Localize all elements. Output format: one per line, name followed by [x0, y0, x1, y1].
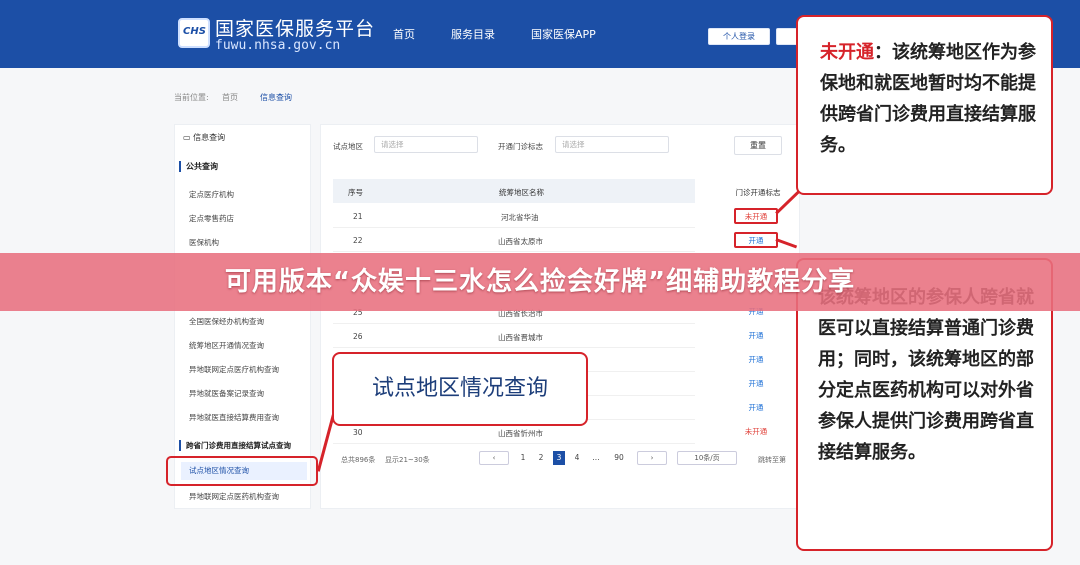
cell-no: 30	[353, 428, 363, 437]
page-1[interactable]: 1	[517, 451, 529, 465]
status-tag: 开通	[734, 232, 778, 248]
pager-range: 显示21~30条	[385, 456, 430, 464]
sidebar-item[interactable]: 异地联网定点医药机构查询	[189, 491, 279, 502]
sidebar-item[interactable]: 定点医疗机构	[189, 189, 234, 200]
title-banner: 可用版本“众娱十三水怎么捡会好牌”细辅助教程分享	[0, 253, 1080, 311]
cell-region: 河北省华油	[501, 213, 539, 222]
banner-text: 可用版本“众娱十三水怎么捡会好牌”细辅助教程分享	[224, 267, 856, 297]
site-url: fuwu.nhsa.gov.cn	[215, 38, 341, 53]
breadcrumb-home[interactable]: 首页	[222, 92, 238, 103]
sidebar-group-cross: 跨省门诊费用直接结算试点查询	[179, 440, 291, 451]
col-region: 统筹地区名称	[499, 188, 544, 197]
page-2[interactable]: 2	[535, 451, 547, 465]
sidebar-item[interactable]: 异地就医直接结算费用查询	[189, 412, 279, 423]
sidebar-item[interactable]: 全国医保经办机构查询	[189, 316, 264, 327]
next-page-button[interactable]: ›	[637, 451, 667, 465]
cell-no: 26	[353, 332, 363, 341]
status-tag: 开通	[748, 355, 764, 364]
sidebar-item[interactable]: 医保机构	[189, 237, 219, 248]
region-filter-label: 试点地区	[333, 142, 363, 151]
cell-region: 山西省太原市	[498, 237, 543, 246]
nav-app[interactable]: 国家医保APP	[531, 26, 596, 42]
status-tag: 开通	[748, 331, 764, 340]
sidebar-title: ▭ 信息查询	[183, 132, 225, 143]
table-row: 22 山西省太原市 开通	[333, 228, 778, 252]
nav-services[interactable]: 服务目录	[451, 26, 495, 42]
page-90[interactable]: 90	[613, 451, 625, 465]
status-tag: 开通	[748, 379, 764, 388]
site-name[interactable]: 国家医保服务平台	[215, 14, 375, 41]
page-4[interactable]: 4	[571, 451, 583, 465]
screenshot-stage: CHS 国家医保服务平台 fuwu.nhsa.gov.cn 首页 服务目录 国家…	[0, 0, 1080, 565]
folder-icon: ▭	[183, 133, 194, 142]
cell-region: 山西省忻州市	[498, 429, 543, 438]
callout-closed-explanation: 未开通：该统筹地区作为参保地和就医地暂时均不能提供跨省门诊费用直接结算服务。	[796, 15, 1053, 195]
personal-login-button[interactable]: 个人登录	[708, 28, 770, 45]
page-3[interactable]: 3	[553, 451, 565, 465]
status-filter-label: 开通门诊标志	[498, 142, 543, 151]
table-row: 21 河北省华油 未开通	[333, 204, 778, 228]
cell-no: 21	[353, 212, 363, 221]
nav-home[interactable]: 首页	[393, 26, 415, 42]
sidebar-item[interactable]: 异地就医备案记录查询	[189, 388, 264, 399]
sidebar-item[interactable]: 定点零售药店	[189, 213, 234, 224]
callout-pilot-title: 试点地区情况查询	[332, 352, 588, 426]
logo-text: CHS	[183, 26, 206, 37]
sidebar: ▭ 信息查询 公共查询 定点医疗机构 定点零售药店 医保机构 全国医保经办机构查…	[174, 124, 311, 509]
status-tag: 开通	[748, 403, 764, 412]
col-no: 序号	[348, 188, 363, 197]
status-tag: 未开通	[734, 208, 778, 224]
breadcrumb-current: 信息查询	[260, 93, 292, 102]
per-page-select[interactable]: 10条/页	[677, 451, 737, 465]
page-ellipsis: ...	[592, 453, 600, 462]
chs-logo-icon: CHS	[178, 18, 210, 48]
sidebar-group-public: 公共查询	[179, 161, 218, 172]
pager-total: 总共896条	[341, 456, 376, 464]
reset-button[interactable]: 重置	[734, 136, 782, 155]
sidebar-item[interactable]: 异地联网定点医疗机构查询	[189, 364, 279, 375]
callout-closed-title: 未开通	[820, 42, 874, 63]
unit-login-button[interactable]	[776, 28, 798, 45]
sidebar-item[interactable]: 统筹地区开通情况查询	[189, 340, 264, 351]
sidebar-title-label: 信息查询	[193, 133, 226, 142]
cell-region: 山西省晋城市	[498, 333, 543, 342]
table-row: 26 山西省晋城市 开通	[333, 324, 764, 348]
region-select[interactable]: 请选择	[374, 136, 478, 153]
table-header: 序号 统筹地区名称 门诊开通标志	[333, 179, 781, 203]
breadcrumb-prefix: 当前位置:	[174, 93, 209, 102]
status-select[interactable]: 请选择	[555, 136, 669, 153]
query-panel: 试点地区 请选择 开通门诊标志 请选择 重置 序号 统筹地区名称 门诊开通标志 …	[320, 124, 800, 509]
callout-open-text: 该统筹地区的参保人跨省就医可以直接结算普通门诊费用；同时，该统筹地区的部分定点医…	[818, 287, 1034, 463]
status-tag: 未开通	[744, 427, 768, 436]
col-status: 门诊开通标志	[735, 188, 781, 197]
prev-page-button[interactable]: ‹	[479, 451, 509, 465]
sidebar-highlight-box	[166, 456, 318, 486]
pager-jump: 跳转至第	[758, 456, 786, 464]
cell-no: 22	[353, 236, 363, 245]
